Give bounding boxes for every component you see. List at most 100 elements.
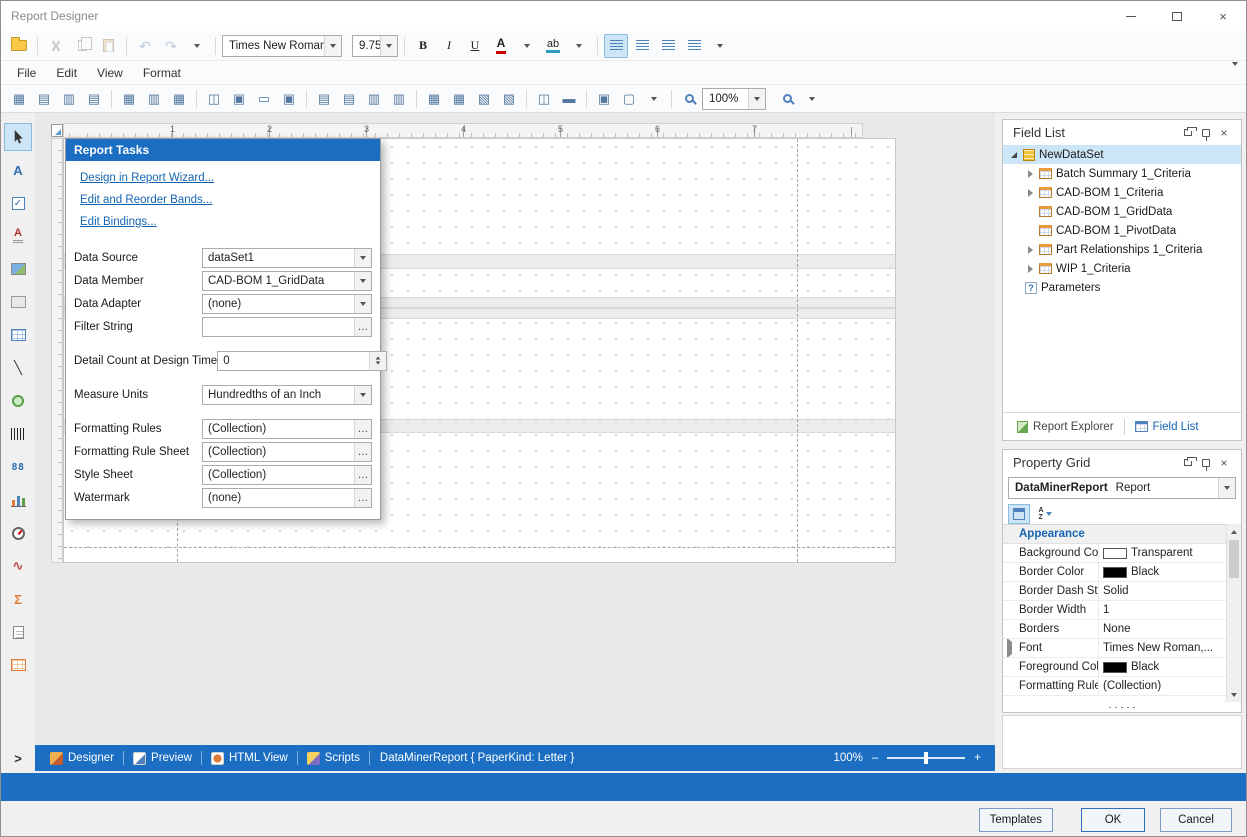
tab-designer[interactable]: Designer	[41, 745, 123, 771]
category-appearance[interactable]: Appearance	[1003, 525, 1226, 544]
open-button[interactable]	[7, 34, 31, 58]
ok-button[interactable]: OK	[1081, 808, 1145, 832]
align-right-button[interactable]	[656, 34, 680, 58]
data-adapter-dropdown[interactable]: (none)	[202, 294, 372, 314]
menu-view[interactable]: View	[87, 63, 133, 83]
menu-edit[interactable]: Edit	[46, 63, 87, 83]
remove-horizontal-spacing-icon[interactable]: ▥	[387, 87, 411, 111]
ellipsis-button[interactable]: …	[354, 420, 371, 438]
align-centers-icon[interactable]: ▥	[57, 87, 81, 111]
formatting-rule-sheet-editor[interactable]: (Collection)…	[202, 442, 372, 462]
rich-text-tool[interactable]: A	[4, 222, 32, 250]
bring-to-front-icon[interactable]: ▣	[592, 87, 616, 111]
tree-node-table[interactable]: CAD-BOM 1_GridData	[1003, 202, 1241, 221]
align-bottoms-icon[interactable]: ▦	[167, 87, 191, 111]
expander[interactable]	[1025, 170, 1035, 178]
make-same-width-icon[interactable]: ◫	[202, 87, 226, 111]
tab-field-list[interactable]: Field List	[1125, 413, 1209, 440]
design-surface[interactable]: 1 2 3 4 5 6 7 Report Tasks	[35, 113, 995, 745]
menu-format[interactable]: Format	[133, 63, 191, 83]
dropdown-button[interactable]	[354, 272, 371, 290]
align-justify-button[interactable]	[682, 34, 706, 58]
vertical-ruler[interactable]	[51, 138, 63, 563]
edit-and-reorder-bands-link[interactable]: Edit and Reorder Bands...	[80, 194, 366, 206]
increase-horizontal-spacing-icon[interactable]: ▤	[337, 87, 361, 111]
ellipsis-button[interactable]: …	[354, 466, 371, 484]
panel-splitter[interactable]	[1003, 702, 1241, 712]
tree-node-table[interactable]: CAD-BOM 1_PivotData	[1003, 221, 1241, 240]
minimize-button[interactable]	[1108, 1, 1154, 31]
send-to-back-icon[interactable]: ▢	[617, 87, 641, 111]
restore-panel-button[interactable]	[1179, 454, 1197, 472]
equal-vertical-spacing-icon[interactable]: ▦	[422, 87, 446, 111]
alphabetical-sort-button[interactable]: AZ	[1034, 504, 1056, 524]
expander[interactable]	[1025, 265, 1035, 273]
pointer-tool[interactable]	[4, 123, 32, 151]
close-panel-button[interactable]: ×	[1215, 124, 1233, 142]
dropdown-button[interactable]	[380, 36, 397, 56]
table-tool[interactable]	[4, 321, 32, 349]
spinner-buttons[interactable]	[369, 352, 386, 370]
zoom-out-button[interactable]	[677, 87, 701, 111]
ellipsis-button[interactable]: …	[354, 443, 371, 461]
highlight-menu-button[interactable]	[567, 34, 591, 58]
tree-node-parameters[interactable]: ? Parameters	[1003, 278, 1241, 297]
property-row[interactable]: Border Width 1	[1003, 601, 1226, 620]
dropdown-button[interactable]	[354, 249, 371, 267]
bold-button[interactable]: B	[411, 34, 435, 58]
cut-button[interactable]	[44, 34, 68, 58]
expander[interactable]	[1025, 189, 1035, 197]
tab-preview[interactable]: Preview	[124, 745, 201, 771]
dropdown-button[interactable]	[1218, 478, 1235, 498]
close-panel-button[interactable]: ×	[1215, 454, 1233, 472]
font-color-button[interactable]: A	[489, 34, 513, 58]
tab-scripts[interactable]: Scripts	[298, 745, 369, 771]
size-to-grid-icon[interactable]: ▣	[227, 87, 251, 111]
remove-vertical-spacing-icon[interactable]: ▧	[497, 87, 521, 111]
align-tops-icon[interactable]: ▦	[117, 87, 141, 111]
redo-button[interactable]: ↷	[159, 34, 183, 58]
dropdown-button[interactable]	[748, 89, 765, 109]
barcode-tool[interactable]	[4, 420, 32, 448]
zoom-slider[interactable]	[887, 757, 965, 759]
expander[interactable]	[1025, 246, 1035, 254]
zoom-in-button[interactable]	[775, 87, 799, 111]
font-color-menu-button[interactable]	[515, 34, 539, 58]
cancel-button[interactable]: Cancel	[1160, 808, 1232, 832]
property-row[interactable]: Foreground Col Black	[1003, 658, 1226, 677]
scroll-down-button[interactable]	[1227, 687, 1241, 702]
watermark-editor[interactable]: (none)…	[202, 488, 372, 508]
toolbar-overflow-button[interactable]	[708, 34, 732, 58]
zip-code-tool[interactable]: 88	[4, 453, 32, 481]
ellipsis-button[interactable]: …	[354, 318, 371, 336]
horizontal-ruler[interactable]: 1 2 3 4 5 6 7	[63, 123, 863, 138]
tree-node-table[interactable]: CAD-BOM 1_Criteria	[1003, 183, 1241, 202]
font-name-combo[interactable]: Times New Roman	[222, 35, 342, 57]
sparkline-tool[interactable]: ∿	[4, 552, 32, 580]
underline-button[interactable]: U	[463, 34, 487, 58]
property-row[interactable]: Font Times New Roman,...	[1003, 639, 1226, 658]
zoom-in-button[interactable]: +	[974, 752, 981, 764]
templates-button[interactable]: Templates	[979, 808, 1053, 832]
tree-node-table[interactable]: Batch Summary 1_Criteria	[1003, 164, 1241, 183]
style-sheet-editor[interactable]: (Collection)…	[202, 465, 372, 485]
expander[interactable]	[1009, 152, 1019, 158]
scrollbar-thumb[interactable]	[1229, 540, 1239, 578]
pin-panel-button[interactable]	[1197, 454, 1215, 472]
panel-tool[interactable]	[4, 288, 32, 316]
font-size-combo[interactable]: 9.75	[352, 35, 398, 57]
design-in-report-wizard-link[interactable]: Design in Report Wizard...	[80, 172, 366, 184]
formatting-rules-editor[interactable]: (Collection)…	[202, 419, 372, 439]
zoom-combo[interactable]: 100%	[702, 88, 766, 110]
increase-vertical-spacing-icon[interactable]: ▦	[447, 87, 471, 111]
undo-redo-menu-button[interactable]	[185, 34, 209, 58]
maximize-button[interactable]	[1154, 1, 1200, 31]
ellipsis-button[interactable]: …	[354, 489, 371, 507]
property-row[interactable]: Border Color Black	[1003, 563, 1226, 582]
subreport-tool[interactable]	[4, 618, 32, 646]
align-lefts-icon[interactable]: ▤	[32, 87, 56, 111]
zoom-slider-thumb[interactable]	[924, 752, 928, 764]
scroll-up-button[interactable]	[1227, 524, 1241, 539]
menu-overflow-button[interactable]	[1232, 66, 1238, 80]
decrease-horizontal-spacing-icon[interactable]: ▥	[362, 87, 386, 111]
